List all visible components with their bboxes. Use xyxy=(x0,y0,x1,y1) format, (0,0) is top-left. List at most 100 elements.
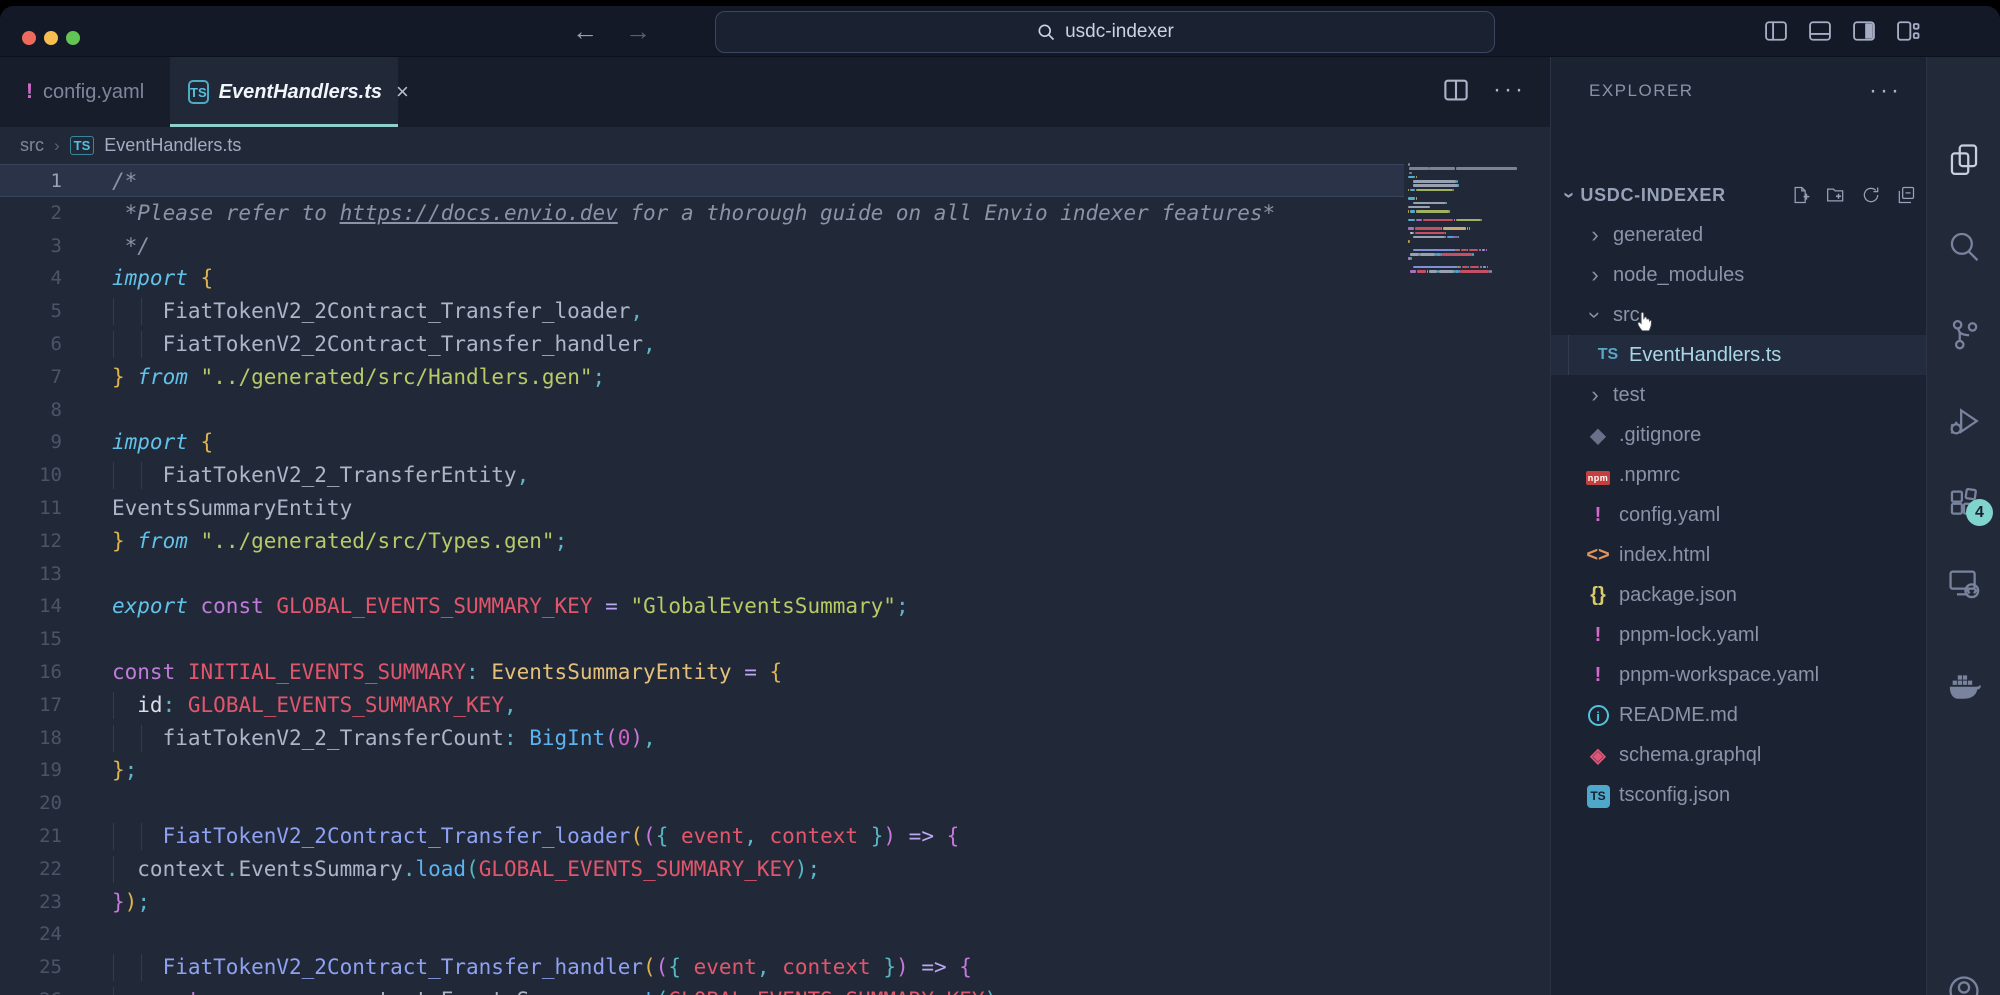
toggle-secondary-sidebar-icon[interactable] xyxy=(1850,17,1878,45)
code-line[interactable]: 15 xyxy=(0,623,1550,656)
zoom-window-button[interactable] xyxy=(66,31,80,45)
tree-item-readme-md[interactable]: iREADME.md xyxy=(1551,695,1926,735)
activity-remote-explorer-icon[interactable] xyxy=(1927,553,2000,613)
code-line[interactable]: 1/* xyxy=(0,164,1404,197)
minimap[interactable] xyxy=(1408,163,1528,281)
editor-more-actions-icon[interactable]: ··· xyxy=(1493,76,1526,104)
code-line[interactable]: 16const INITIAL_EVENTS_SUMMARY: EventsSu… xyxy=(0,656,1550,689)
code-line[interactable]: 22 context.EventsSummary.load(GLOBAL_EVE… xyxy=(0,853,1550,886)
line-number[interactable]: 10 xyxy=(0,459,62,492)
line-number[interactable]: 1 xyxy=(0,165,62,198)
line-number[interactable]: 18 xyxy=(0,722,62,755)
minimize-window-button[interactable] xyxy=(44,31,58,45)
line-number[interactable]: 8 xyxy=(0,394,62,427)
tree-item-src[interactable]: ›src xyxy=(1551,295,1926,335)
toggle-primary-sidebar-icon[interactable] xyxy=(1762,17,1790,45)
activity-docker-icon[interactable] xyxy=(1927,656,2000,716)
line-number[interactable]: 15 xyxy=(0,623,62,656)
line-number[interactable]: 14 xyxy=(0,590,62,623)
toggle-panel-icon[interactable] xyxy=(1806,17,1834,45)
line-number[interactable]: 16 xyxy=(0,656,62,689)
line-number[interactable]: 24 xyxy=(0,918,62,951)
tree-item--gitignore[interactable]: ◆.gitignore xyxy=(1551,415,1926,455)
activity-account-icon[interactable] xyxy=(1927,961,2000,995)
code-line[interactable]: 19}; xyxy=(0,754,1550,787)
activity-run-debug-icon[interactable] xyxy=(1927,391,2000,451)
code-line[interactable]: 10 FiatTokenV2_2_TransferEntity, xyxy=(0,459,1550,492)
tree-item-tsconfig-json[interactable]: TStsconfig.json xyxy=(1551,775,1926,815)
line-number[interactable]: 6 xyxy=(0,328,62,361)
line-number[interactable]: 25 xyxy=(0,951,62,984)
breadcrumb-file[interactable]: EventHandlers.ts xyxy=(104,135,241,156)
code-line[interactable]: 2 *Please refer to https://docs.envio.de… xyxy=(0,197,1550,230)
code-line[interactable]: 25 FiatTokenV2_2Contract_Transfer_handle… xyxy=(0,951,1550,984)
code-line[interactable]: 6 FiatTokenV2_2Contract_Transfer_handler… xyxy=(0,328,1550,361)
tree-item-test[interactable]: ›test xyxy=(1551,375,1926,415)
close-window-button[interactable] xyxy=(22,31,36,45)
code-line[interactable]: 14export const GLOBAL_EVENTS_SUMMARY_KEY… xyxy=(0,590,1550,623)
tree-item-generated[interactable]: ›generated xyxy=(1551,215,1926,255)
collapse-folders-icon[interactable] xyxy=(1896,185,1916,205)
code-line[interactable]: 12} from "../generated/src/Types.gen"; xyxy=(0,525,1550,558)
activity-search-icon[interactable] xyxy=(1927,216,2000,276)
line-number[interactable]: 23 xyxy=(0,886,62,919)
activity-explorer-icon[interactable] xyxy=(1927,129,2000,189)
code-line[interactable]: 26 const summary = context.EventsSummary… xyxy=(0,984,1550,995)
code-line[interactable]: 17 id: GLOBAL_EVENTS_SUMMARY_KEY, xyxy=(0,689,1550,722)
close-tab-icon[interactable]: × xyxy=(396,79,409,105)
code-line[interactable]: 21 FiatTokenV2_2Contract_Transfer_loader… xyxy=(0,820,1550,853)
nav-back-icon[interactable]: ← xyxy=(572,16,598,47)
line-number[interactable]: 2 xyxy=(0,197,62,230)
line-number[interactable]: 20 xyxy=(0,787,62,820)
code-line[interactable]: 23}); xyxy=(0,886,1550,919)
tree-item--npmrc[interactable]: npm.npmrc xyxy=(1551,455,1926,495)
tree-item-package-json[interactable]: {}package.json xyxy=(1551,575,1926,615)
tree-item-eventhandlers-ts[interactable]: TSEventHandlers.ts xyxy=(1551,335,1926,375)
split-editor-icon[interactable] xyxy=(1441,75,1471,105)
chevron-right-icon[interactable]: › xyxy=(1583,382,1607,408)
explorer-more-actions-icon[interactable]: ··· xyxy=(1869,77,1902,105)
new-folder-icon[interactable] xyxy=(1826,185,1846,205)
line-number[interactable]: 19 xyxy=(0,754,62,787)
tree-item-pnpm-workspace-yaml[interactable]: !pnpm-workspace.yaml xyxy=(1551,655,1926,695)
chevron-down-icon[interactable]: › xyxy=(1582,303,1608,327)
line-number[interactable]: 13 xyxy=(0,558,62,591)
code-line[interactable]: 8 xyxy=(0,394,1550,427)
tree-item-schema-graphql[interactable]: ◈schema.graphql xyxy=(1551,735,1926,775)
command-center-search[interactable]: usdc-indexer xyxy=(715,11,1495,53)
line-number[interactable]: 9 xyxy=(0,426,62,459)
code-line[interactable]: 11EventsSummaryEntity xyxy=(0,492,1550,525)
code-line[interactable]: 7} from "../generated/src/Handlers.gen"; xyxy=(0,361,1550,394)
line-number[interactable]: 12 xyxy=(0,525,62,558)
line-number[interactable]: 17 xyxy=(0,689,62,722)
line-number[interactable]: 3 xyxy=(0,230,62,263)
line-number[interactable]: 22 xyxy=(0,853,62,886)
nav-forward-icon[interactable]: → xyxy=(625,16,651,47)
breadcrumb-folder[interactable]: src xyxy=(20,135,44,156)
new-file-icon[interactable] xyxy=(1791,185,1811,205)
code-line[interactable]: 5 FiatTokenV2_2Contract_Transfer_loader, xyxy=(0,295,1550,328)
project-root-row[interactable]: › USDC-INDEXER xyxy=(1561,175,1916,215)
code-line[interactable]: 13 xyxy=(0,558,1550,591)
refresh-icon[interactable] xyxy=(1861,185,1881,205)
tree-item-index-html[interactable]: <>index.html xyxy=(1551,535,1926,575)
customize-layout-icon[interactable] xyxy=(1894,17,1922,45)
tab-eventhandlers-ts[interactable]: TS EventHandlers.ts × xyxy=(170,57,398,127)
code-editor[interactable]: 1/*2 *Please refer to https://docs.envio… xyxy=(0,164,1550,995)
line-number[interactable]: 7 xyxy=(0,361,62,394)
tab-config-yaml[interactable]: ! config.yaml xyxy=(8,57,162,127)
line-number[interactable]: 26 xyxy=(0,984,62,995)
tree-item-config-yaml[interactable]: !config.yaml xyxy=(1551,495,1926,535)
code-line[interactable]: 24 xyxy=(0,918,1550,951)
tree-item-node-modules[interactable]: ›node_modules xyxy=(1551,255,1926,295)
line-number[interactable]: 21 xyxy=(0,820,62,853)
activity-source-control-icon[interactable] xyxy=(1927,304,2000,364)
line-number[interactable]: 11 xyxy=(0,492,62,525)
line-number[interactable]: 4 xyxy=(0,262,62,295)
code-line[interactable]: 4import { xyxy=(0,262,1550,295)
code-line[interactable]: 3 */ xyxy=(0,230,1550,263)
line-number[interactable]: 5 xyxy=(0,295,62,328)
tree-item-pnpm-lock-yaml[interactable]: !pnpm-lock.yaml xyxy=(1551,615,1926,655)
code-line[interactable]: 20 xyxy=(0,787,1550,820)
chevron-right-icon[interactable]: › xyxy=(1583,262,1607,288)
